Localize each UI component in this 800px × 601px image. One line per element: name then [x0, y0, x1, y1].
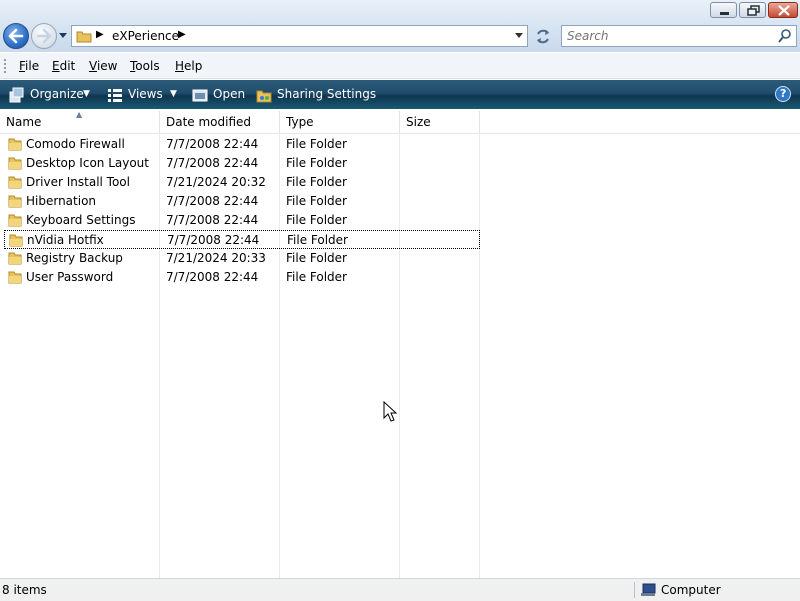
file-date-modified: 7/7/2008 22:44: [166, 194, 259, 208]
file-type: File Folder: [286, 137, 347, 151]
file-type: File Folder: [286, 251, 347, 265]
column-header-type[interactable]: Type: [280, 111, 400, 133]
file-name: Keyboard Settings: [26, 213, 136, 227]
chevron-down-icon[interactable]: ▼: [170, 89, 177, 99]
file-date-modified: 7/7/2008 22:44: [166, 213, 259, 227]
file-date-modified: 7/7/2008 22:44: [167, 233, 260, 247]
folder-icon: [76, 31, 92, 43]
minimize-icon: [720, 12, 729, 15]
file-name: Hibernation: [26, 194, 97, 208]
file-name: Registry Backup: [26, 251, 123, 265]
menu-file[interactable]: File: [19, 59, 39, 73]
file-row[interactable]: nVidia Hotfix 7/7/2008 22:44 File Folder: [4, 230, 480, 249]
file-name: User Password: [26, 270, 114, 284]
file-date-modified: 7/21/2024 20:32: [166, 175, 266, 189]
folder-icon: [8, 271, 22, 284]
status-bar: 8 items Computer: [0, 578, 800, 601]
menu-edit[interactable]: Edit: [52, 59, 75, 73]
file-date-modified: 7/7/2008 22:44: [166, 270, 259, 284]
close-icon: [778, 5, 790, 16]
folder-icon: [8, 138, 22, 151]
recent-pages-dropdown-icon[interactable]: [58, 31, 68, 41]
status-zone: Computer: [661, 583, 721, 597]
folder-icon: [8, 252, 22, 265]
organize-icon: [9, 87, 24, 103]
file-date-modified: 7/7/2008 22:44: [166, 156, 259, 170]
file-row[interactable]: Registry Backup 7/21/2024 20:33 File Folde…: [4, 249, 480, 268]
breadcrumb-separator-icon[interactable]: ▶: [96, 29, 104, 40]
computer-icon: [641, 583, 656, 596]
back-arrow-icon: [8, 28, 24, 44]
folder-icon: [8, 195, 22, 208]
file-row[interactable]: Desktop Icon Layout 7/7/2008 22:44 File Fo…: [4, 154, 480, 173]
file-date-modified: 7/21/2024 20:33: [166, 251, 266, 265]
menu-tools[interactable]: Tools: [130, 59, 160, 73]
file-type: File Folder: [286, 213, 347, 227]
file-name: nVidia Hotfix: [27, 233, 104, 247]
chevron-down-icon[interactable]: [514, 32, 524, 40]
mouse-cursor-icon: [383, 401, 397, 422]
grip-icon: [4, 59, 6, 73]
views-icon: [108, 89, 122, 102]
file-row[interactable]: Hibernation 7/7/2008 22:44 File Folder: [4, 192, 480, 211]
refresh-icon[interactable]: [530, 25, 556, 47]
back-button[interactable]: [3, 23, 29, 49]
column-label: Type: [286, 115, 314, 129]
address-bar[interactable]: ▶ eXPerience ▶: [71, 25, 528, 47]
file-row[interactable]: Keyboard Settings 7/7/2008 22:44 File Fold…: [4, 211, 480, 230]
file-row[interactable]: User Password 7/7/2008 22:44 File Folder: [4, 268, 480, 287]
forward-button[interactable]: [31, 23, 57, 49]
search-input[interactable]: [567, 28, 767, 44]
column-headers: Name ▲ Date modified Type Size: [0, 110, 800, 134]
file-type: File Folder: [286, 270, 347, 284]
breadcrumb-current-folder[interactable]: eXPerience: [112, 29, 179, 43]
search-box[interactable]: [561, 25, 797, 47]
column-label: Date modified: [166, 115, 252, 129]
file-type: File Folder: [286, 194, 347, 208]
menu-help[interactable]: Help: [175, 59, 202, 73]
menu-bar: File Edit View Tools Help: [0, 53, 800, 79]
file-type: File Folder: [286, 175, 347, 189]
sharing-settings-button[interactable]: Sharing Settings: [277, 87, 376, 101]
menu-view[interactable]: View: [89, 59, 117, 73]
file-type: File Folder: [287, 233, 348, 247]
file-name: Driver Install Tool: [26, 175, 130, 189]
maximize-button[interactable]: [739, 2, 766, 18]
open-icon: [192, 89, 208, 102]
forward-arrow-icon: [36, 28, 52, 44]
sharing-icon: [256, 90, 272, 103]
file-row[interactable]: Comodo Firewall 7/7/2008 22:44 File Folder: [4, 135, 480, 154]
command-bar: Organize ▼ Views ▼ Open Sharing Settings…: [0, 80, 800, 109]
file-name: Desktop Icon Layout: [26, 156, 149, 170]
file-name: Comodo Firewall: [26, 137, 125, 151]
help-icon[interactable]: ?: [775, 86, 791, 102]
item-count: 8 items: [2, 583, 47, 597]
file-date-modified: 7/7/2008 22:44: [166, 137, 259, 151]
minimize-button[interactable]: [710, 2, 737, 18]
column-label: Size: [406, 115, 431, 129]
breadcrumb-separator-icon[interactable]: ▶: [178, 29, 186, 40]
views-button[interactable]: Views: [128, 87, 163, 101]
title-bar: ▶ eXPerience ▶: [0, 0, 800, 52]
open-button[interactable]: Open: [213, 87, 245, 101]
folder-icon: [8, 214, 22, 227]
restore-icon: [747, 5, 760, 16]
close-button[interactable]: [768, 2, 798, 18]
file-row[interactable]: Driver Install Tool 7/21/2024 20:32 File F…: [4, 173, 480, 192]
column-header-name[interactable]: Name ▲: [0, 110, 160, 133]
folder-icon: [8, 176, 22, 189]
folder-icon: [8, 157, 22, 170]
sort-ascending-icon: ▲: [76, 110, 83, 119]
folder-icon: [9, 234, 23, 247]
column-header-size[interactable]: Size: [400, 111, 480, 133]
chevron-down-icon[interactable]: ▼: [83, 89, 90, 99]
column-header-date-modified[interactable]: Date modified: [160, 111, 280, 133]
column-label: Name: [6, 115, 42, 129]
status-divider: [634, 582, 635, 598]
organize-button[interactable]: Organize: [30, 87, 84, 101]
search-icon[interactable]: [778, 29, 792, 43]
file-type: File Folder: [286, 156, 347, 170]
